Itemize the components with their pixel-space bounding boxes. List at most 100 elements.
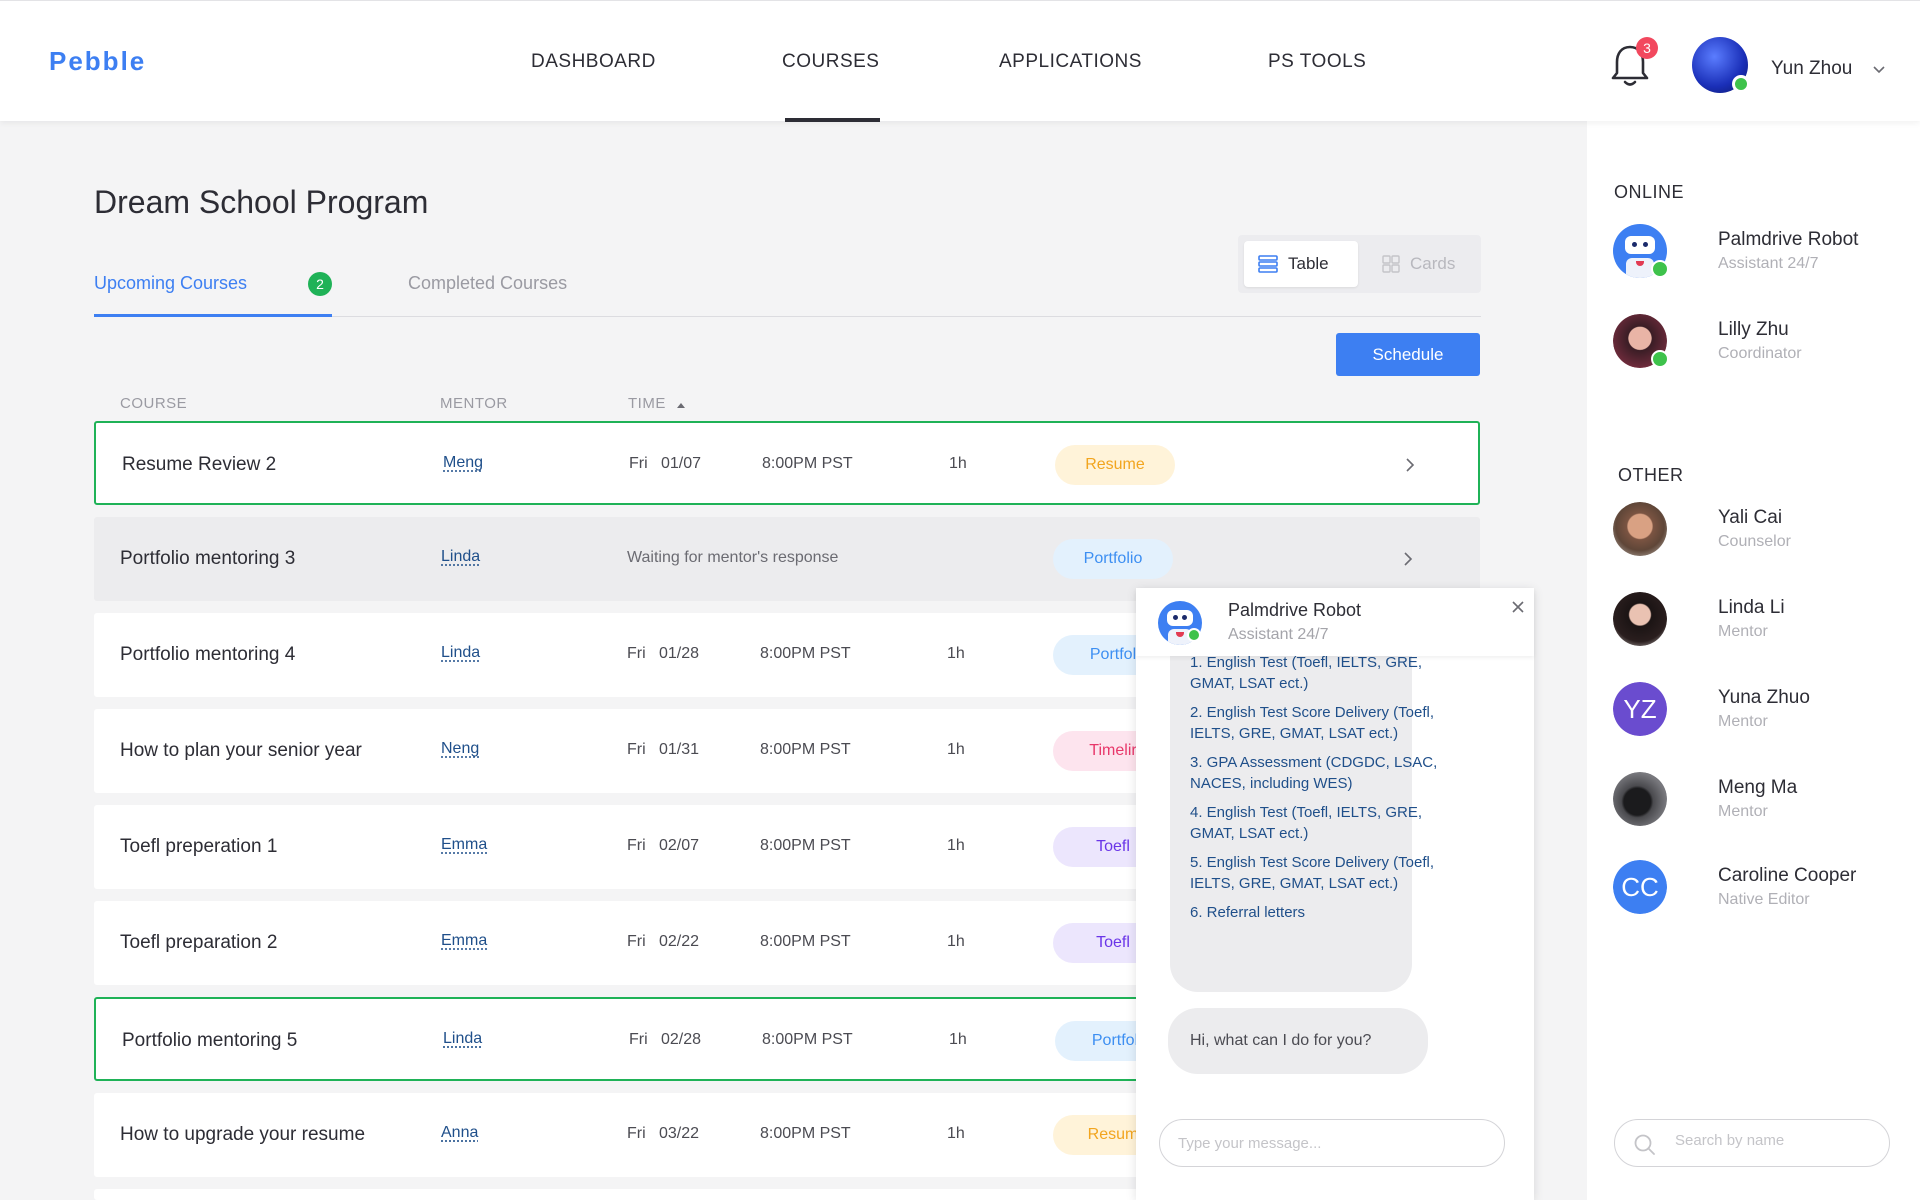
avatar-initials: YZ (1613, 682, 1667, 736)
user-avatar[interactable] (1692, 37, 1750, 93)
mentor-link[interactable]: Emma (441, 836, 487, 854)
cards-view-button[interactable]: Cards (1368, 241, 1474, 287)
contact-name: Linda Li (1718, 597, 1785, 618)
course-date: 01/31 (659, 741, 700, 758)
upcoming-count-badge: 2 (308, 272, 332, 296)
user-name[interactable]: Yun Zhou (1771, 58, 1852, 80)
course-day: Fri (629, 455, 648, 472)
bot-option-item[interactable]: 2. English Test Score Delivery (Toefl, I… (1190, 702, 1450, 744)
course-duration: 1h (949, 1031, 967, 1048)
avatar: CC (1613, 860, 1667, 914)
contact-role: Native Editor (1718, 891, 1810, 908)
chevron-down-icon[interactable] (1872, 63, 1886, 77)
course-name: Resume Review 2 (122, 454, 277, 475)
column-header-time[interactable]: TIME (628, 395, 666, 412)
online-section-title: ONLINE (1614, 182, 1685, 202)
course-day: Fri (629, 1031, 648, 1048)
avatar (1613, 592, 1667, 646)
nav-dashboard[interactable]: DASHBOARD (531, 51, 656, 73)
contact-name: Yuna Zhuo (1718, 687, 1810, 708)
contact-item[interactable]: Palmdrive Robot Assistant 24/7 (1613, 224, 1913, 284)
contact-role: Counselor (1718, 533, 1791, 550)
course-status: Waiting for mentor's response (627, 549, 839, 566)
course-day: Fri (627, 837, 646, 854)
course-name: Portfolio mentoring 5 (122, 1030, 298, 1051)
course-date: 03/22 (659, 1125, 700, 1142)
cards-view-label: Cards (1410, 254, 1456, 273)
active-nav-indicator (785, 118, 880, 122)
course-day: Fri (627, 933, 646, 950)
mentor-link[interactable]: Meng (443, 454, 483, 472)
mentor-link[interactable]: Linda (443, 1030, 482, 1048)
app-logo[interactable]: Pebble (49, 46, 146, 77)
course-duration: 1h (947, 645, 965, 662)
view-toggle: Table Cards (1238, 235, 1481, 293)
bot-option-item[interactable]: 4. English Test (Toefl, IELTS, GRE, GMAT… (1190, 802, 1450, 844)
column-header-course[interactable]: COURSE (120, 395, 187, 412)
chevron-right-icon[interactable] (1404, 457, 1416, 473)
course-date: 02/07 (659, 837, 700, 854)
course-name: Portfolio mentoring 3 (120, 548, 296, 569)
bot-option-item[interactable]: 3. GPA Assessment (CDGDC, LSAC, NACES, i… (1190, 752, 1450, 794)
contact-item[interactable]: Lilly Zhu Coordinator (1613, 314, 1913, 374)
course-duration: 1h (947, 741, 965, 758)
contact-name: Caroline Cooper (1718, 865, 1857, 886)
tab-upcoming-courses[interactable]: Upcoming Courses (94, 273, 247, 294)
close-icon[interactable] (1510, 599, 1526, 615)
contact-item[interactable]: CC Caroline Cooper Native Editor (1613, 860, 1913, 920)
nav-ps-tools[interactable]: PS TOOLS (1268, 51, 1366, 73)
course-date: 02/22 (659, 933, 700, 950)
course-date: 02/28 (661, 1031, 702, 1048)
bot-options-message: 1. English Test (Toefl, IELTS, GRE, GMAT… (1170, 628, 1437, 992)
mentor-link[interactable]: Neng (441, 740, 479, 758)
course-time: 8:00PM PST (760, 741, 851, 758)
table-view-button[interactable]: Table (1244, 241, 1358, 287)
cards-grid-icon (1382, 255, 1400, 273)
contact-item[interactable]: Yali Cai Counselor (1613, 502, 1913, 562)
active-tab-indicator (94, 314, 332, 317)
chevron-right-icon[interactable] (1402, 551, 1414, 567)
online-status-icon (1651, 350, 1669, 368)
course-duration: 1h (947, 933, 965, 950)
schedule-button[interactable]: Schedule (1336, 333, 1480, 376)
course-duration: 1h (947, 837, 965, 854)
mentor-link[interactable]: Linda (441, 548, 480, 566)
notification-badge: 3 (1636, 37, 1658, 59)
mentor-link[interactable]: Anna (441, 1124, 478, 1142)
contact-item[interactable]: YZ Yuna Zhuo Mentor (1613, 682, 1913, 742)
chat-message-input[interactable] (1159, 1119, 1505, 1167)
page-title: Dream School Program (94, 184, 429, 220)
contact-role: Assistant 24/7 (1718, 255, 1819, 272)
course-day: Fri (627, 1125, 646, 1142)
course-time: 8:00PM PST (760, 933, 851, 950)
avatar (1613, 502, 1667, 556)
chat-contact-subtitle: Assistant 24/7 (1228, 626, 1329, 643)
table-row[interactable]: Resume Review 2 Meng Fri 01/07 8:00PM PS… (94, 421, 1480, 505)
nav-courses[interactable]: COURSES (782, 51, 879, 73)
course-time: 8:00PM PST (762, 455, 853, 472)
mentor-link[interactable]: Emma (441, 932, 487, 950)
avatar (1613, 772, 1667, 826)
bot-option-item[interactable]: 5. English Test Score Delivery (Toefl, I… (1190, 852, 1450, 894)
other-section-title: OTHER (1618, 465, 1684, 485)
online-status-icon (1651, 260, 1669, 278)
contacts-sidebar: ONLINE Palmdrive Robot Assistant 24/7 Li… (1587, 121, 1920, 1200)
mentor-link[interactable]: Linda (441, 644, 480, 662)
contact-role: Mentor (1718, 623, 1768, 640)
course-date: 01/28 (659, 645, 700, 662)
table-list-icon (1258, 255, 1278, 273)
contact-item[interactable]: Meng Ma Mentor (1613, 772, 1913, 832)
column-header-mentor[interactable]: MENTOR (440, 395, 508, 412)
contact-name: Meng Ma (1718, 777, 1798, 798)
bot-option-item[interactable]: 1. English Test (Toefl, IELTS, GRE, GMAT… (1190, 652, 1450, 694)
sort-ascending-icon[interactable] (676, 401, 686, 409)
course-day: Fri (627, 741, 646, 758)
nav-applications[interactable]: APPLICATIONS (999, 51, 1142, 73)
bot-option-item[interactable]: 6. Referral letters (1190, 902, 1450, 923)
top-navigation-bar: Pebble DASHBOARD COURSES APPLICATIONS PS… (0, 0, 1920, 122)
search-input[interactable] (1675, 1132, 1875, 1149)
online-status-icon (1732, 75, 1750, 93)
contact-item[interactable]: Linda Li Mentor (1613, 592, 1913, 652)
course-day: Fri (627, 645, 646, 662)
tab-completed-courses[interactable]: Completed Courses (408, 273, 567, 294)
